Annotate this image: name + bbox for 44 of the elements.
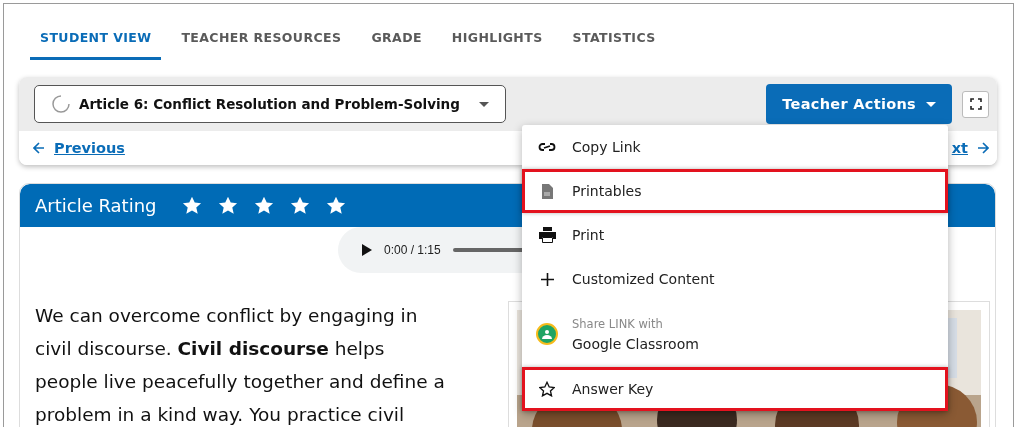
arrow-left-icon [33,142,45,154]
article-paragraph: We can overcome conflict by engaging in civil discourse. Civil discourse helps people live peacefully together and define a problem in a kind way. You practice civil [35,304,445,427]
caret-icon [926,101,936,107]
share-caption: Share LINK with [572,316,664,331]
menu-item-label: Copy Link [572,139,641,155]
tab[interactable]: TEACHER RESOURCES [171,22,352,60]
menu-item[interactable]: Customized Content [522,257,948,301]
caret-icon [479,101,489,107]
star-icon [181,196,202,215]
arrow-right-icon [977,142,989,154]
menu-item-label: Answer Key [572,381,654,397]
star-icon [325,196,346,215]
previous-link[interactable]: Previous [33,140,125,156]
menu-item-label: Customized Content [572,271,715,287]
star-outline-icon [539,381,555,397]
star-icon [253,196,274,215]
menu-item[interactable]: Answer Key [522,367,948,411]
fullscreen-button[interactable] [962,90,989,118]
menu-item[interactable]: Copy Link [522,125,948,169]
document-icon [541,183,553,199]
fullscreen-icon [969,98,982,110]
link-icon [538,141,556,153]
star-icon [289,196,310,215]
rating-label: Article Rating [35,195,157,216]
plus-icon [540,272,554,286]
tab[interactable]: HIGHLIGHTS [441,22,553,60]
play-icon[interactable] [362,244,372,256]
menu-item-label: Print [572,227,605,243]
next-link[interactable]: xt [951,140,989,156]
menu-item[interactable]: Printables [522,169,948,213]
article-select[interactable]: Article 6: Conflict Resolution and Problem-Solving [34,85,506,123]
tab[interactable]: GRADE [361,22,432,60]
loading-icon [51,94,71,114]
teacher-actions-button[interactable]: Teacher Actions [766,84,952,124]
printer-icon [538,227,556,243]
menu-item[interactable]: Print [522,213,948,257]
menu-item[interactable]: Share LINK with Google Classroom [522,301,948,367]
tab[interactable]: STATISTICS [562,22,666,60]
audio-time: 0:00 / 1:15 [384,243,441,257]
star-icon [217,196,238,215]
menu-item-label: Printables [572,183,642,199]
classroom-icon [536,323,558,345]
tab[interactable]: STUDENT VIEW [30,22,162,60]
menu-item-label: Google Classroom [572,335,699,352]
